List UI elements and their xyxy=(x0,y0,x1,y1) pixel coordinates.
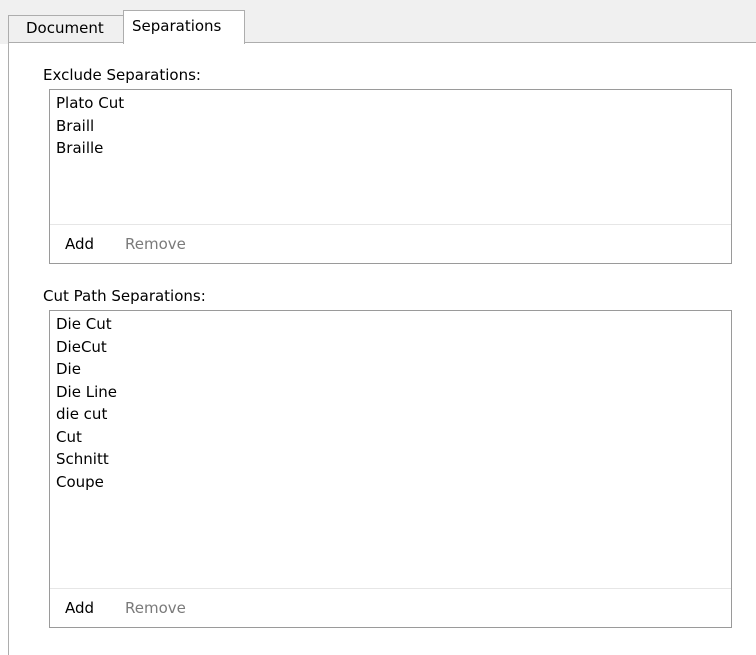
exclude-list-footer: Add Remove xyxy=(50,224,731,263)
cut-path-add-button[interactable]: Add xyxy=(65,598,94,618)
cut-path-separations-listbox[interactable]: Die Cut DieCut Die Die Line die cut Cut … xyxy=(49,310,732,628)
tab-bar: Document Separations xyxy=(0,0,756,44)
list-item[interactable]: Plato Cut xyxy=(50,92,731,115)
tab-separations[interactable]: Separations xyxy=(123,10,245,44)
exclude-add-button[interactable]: Add xyxy=(65,234,94,254)
list-item[interactable]: Die Cut xyxy=(50,313,731,336)
cut-path-separations-label: Cut Path Separations: xyxy=(43,287,206,305)
list-item[interactable]: Cut xyxy=(50,426,731,449)
list-item[interactable]: DieCut xyxy=(50,336,731,359)
cut-path-separations-list: Die Cut DieCut Die Die Line die cut Cut … xyxy=(50,311,731,493)
exclude-separations-listbox[interactable]: Plato Cut Braill Braille Add Remove xyxy=(49,89,732,264)
list-item[interactable]: Coupe xyxy=(50,471,731,494)
list-item[interactable]: Braill xyxy=(50,115,731,138)
list-item[interactable]: Die xyxy=(50,358,731,381)
cut-path-remove-button[interactable]: Remove xyxy=(125,598,186,618)
separations-panel: Exclude Separations: Plato Cut Braill Br… xyxy=(8,42,756,655)
list-item[interactable]: Die Line xyxy=(50,381,731,404)
list-item[interactable]: die cut xyxy=(50,403,731,426)
exclude-remove-button[interactable]: Remove xyxy=(125,234,186,254)
cut-path-list-footer: Add Remove xyxy=(50,588,731,627)
tab-document[interactable]: Document xyxy=(8,15,125,42)
list-item[interactable]: Braille xyxy=(50,137,731,160)
exclude-separations-list: Plato Cut Braill Braille xyxy=(50,90,731,160)
separations-dialog: Document Separations Exclude Separations… xyxy=(0,0,756,655)
list-item[interactable]: Schnitt xyxy=(50,448,731,471)
exclude-separations-label: Exclude Separations: xyxy=(43,66,201,84)
